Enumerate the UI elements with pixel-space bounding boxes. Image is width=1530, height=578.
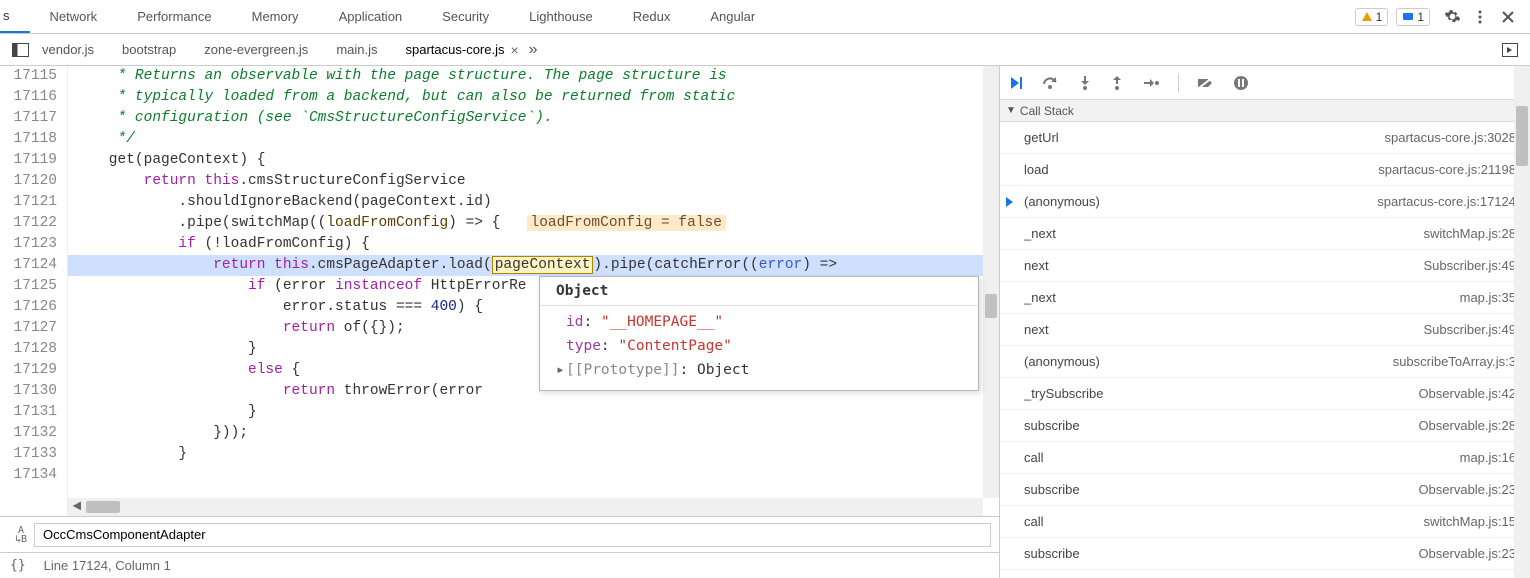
messages-badge[interactable]: 1	[1396, 8, 1430, 26]
code-line[interactable]: }));	[68, 423, 999, 444]
file-tab[interactable]: zone-evergreen.js	[204, 42, 308, 57]
call-stack-frame[interactable]: getUrlspartacus-core.js:3028	[1000, 122, 1530, 154]
debugger-scrollbar[interactable]	[1514, 66, 1530, 578]
call-stack-frame[interactable]: callswitchMap.js:15	[1000, 570, 1530, 578]
call-stack-list: getUrlspartacus-core.js:3028loadspartacu…	[1000, 122, 1530, 578]
code-line[interactable]: .shouldIgnoreBackend(pageContext.id)	[68, 192, 999, 213]
devtools-tabs: sNetworkPerformanceMemoryApplicationSecu…	[0, 0, 1530, 34]
call-stack-frame[interactable]: _nextswitchMap.js:28	[1000, 218, 1530, 250]
call-stack-frame[interactable]: nextSubscriber.js:49	[1000, 314, 1530, 346]
call-stack-frame[interactable]: callmap.js:16	[1000, 442, 1530, 474]
code-line[interactable]: .pipe(switchMap((loadFromConfig) => { lo…	[68, 213, 999, 234]
file-tab[interactable]: bootstrap	[122, 42, 176, 57]
pause-exceptions-icon[interactable]	[1233, 75, 1249, 91]
overflow-tabs-icon[interactable]: »	[529, 41, 538, 59]
code-line[interactable]: }	[68, 402, 999, 423]
devtools-tab[interactable]: Memory	[232, 0, 319, 33]
step-icon[interactable]	[1142, 76, 1160, 90]
resume-icon[interactable]	[1008, 75, 1024, 91]
editor-pane: 1711517116171171711817119171201712117122…	[0, 66, 1000, 578]
call-stack-frame[interactable]: _nextmap.js:35	[1000, 282, 1530, 314]
file-tab[interactable]: vendor.js	[42, 42, 94, 57]
devtools-tab[interactable]: Redux	[613, 0, 691, 33]
editor-horizontal-scrollbar[interactable]: ◄	[68, 498, 983, 516]
search-mode-icon[interactable]: A↳B	[8, 526, 34, 544]
gear-icon[interactable]	[1438, 3, 1466, 31]
code-line[interactable]	[68, 465, 999, 486]
code-line[interactable]: * typically loaded from a backend, but c…	[68, 87, 999, 108]
file-tab[interactable]: main.js	[336, 42, 377, 57]
cursor-position: Line 17124, Column 1	[44, 558, 171, 573]
call-stack-frame[interactable]: loadspartacus-core.js:21198	[1000, 154, 1530, 186]
call-stack-frame[interactable]: (anonymous)subscribeToArray.js:3	[1000, 346, 1530, 378]
close-icon[interactable]	[1494, 3, 1522, 31]
step-over-icon[interactable]	[1042, 76, 1060, 90]
devtools-tab[interactable]: s	[0, 0, 30, 33]
call-stack-frame[interactable]: (anonymous)spartacus-core.js:17124	[1000, 186, 1530, 218]
line-gutter: 1711517116171171711817119171201712117122…	[0, 66, 68, 516]
code-line[interactable]: }	[68, 444, 999, 465]
devtools-tab[interactable]: Security	[422, 0, 509, 33]
call-stack-frame[interactable]: callswitchMap.js:15	[1000, 506, 1530, 538]
search-input[interactable]	[34, 523, 991, 547]
call-stack-header[interactable]: ▼Call Stack	[1000, 100, 1530, 122]
deactivate-breakpoints-icon[interactable]	[1197, 76, 1215, 90]
warnings-badge[interactable]: 1	[1355, 8, 1389, 26]
hover-title: Object	[540, 277, 978, 306]
code-line[interactable]: */	[68, 129, 999, 150]
devtools-tab[interactable]: Application	[319, 0, 423, 33]
code-line[interactable]: * Returns an observable with the page st…	[68, 66, 999, 87]
call-stack-frame[interactable]: nextSubscriber.js:49	[1000, 250, 1530, 282]
status-bar: {} Line 17124, Column 1	[0, 552, 999, 578]
hover-property[interactable]: id: "__HOMEPAGE__"	[556, 310, 968, 334]
file-tab[interactable]: spartacus-core.js×	[406, 42, 519, 58]
navigator-toggle-icon[interactable]	[8, 38, 32, 62]
devtools-tab[interactable]: Lighthouse	[509, 0, 613, 33]
close-tab-icon[interactable]: ×	[510, 42, 518, 58]
devtools-tab[interactable]: Network	[30, 0, 118, 33]
file-tab-bar: vendor.js bootstrap zone-evergreen.js main.…	[0, 34, 1530, 66]
step-into-icon[interactable]	[1078, 75, 1092, 91]
editor-vertical-scrollbar[interactable]	[983, 66, 999, 498]
code-line[interactable]: if (!loadFromConfig) {	[68, 234, 999, 255]
debugger-pane: ▼Call Stack getUrlspartacus-core.js:3028…	[1000, 66, 1530, 578]
devtools-tab[interactable]: Performance	[117, 0, 231, 33]
call-stack-frame[interactable]: subscribeObservable.js:23	[1000, 538, 1530, 570]
run-snippet-icon[interactable]	[1498, 38, 1522, 62]
hover-prototype[interactable]: ▸[[Prototype]]: Object	[556, 358, 968, 382]
code-line[interactable]: * configuration (see `CmsStructureConfig…	[68, 108, 999, 129]
kebab-icon[interactable]	[1466, 3, 1494, 31]
search-bar: A↳B	[0, 516, 999, 552]
code-line[interactable]: return this.cmsStructureConfigService	[68, 171, 999, 192]
hover-property[interactable]: type: "ContentPage"	[556, 334, 968, 358]
code-line[interactable]: get(pageContext) {	[68, 150, 999, 171]
step-out-icon[interactable]	[1110, 75, 1124, 91]
debug-toolbar	[1000, 66, 1530, 100]
value-hover-popup[interactable]: Object id: "__HOMEPAGE__"type: "ContentP…	[539, 276, 979, 391]
call-stack-frame[interactable]: subscribeObservable.js:28	[1000, 410, 1530, 442]
braces-icon[interactable]: {}	[10, 558, 26, 573]
call-stack-frame[interactable]: subscribeObservable.js:23	[1000, 474, 1530, 506]
devtools-tab[interactable]: Angular	[690, 0, 775, 33]
call-stack-frame[interactable]: _trySubscribeObservable.js:42	[1000, 378, 1530, 410]
code-line[interactable]: return this.cmsPageAdapter.load(pageCont…	[68, 255, 999, 276]
